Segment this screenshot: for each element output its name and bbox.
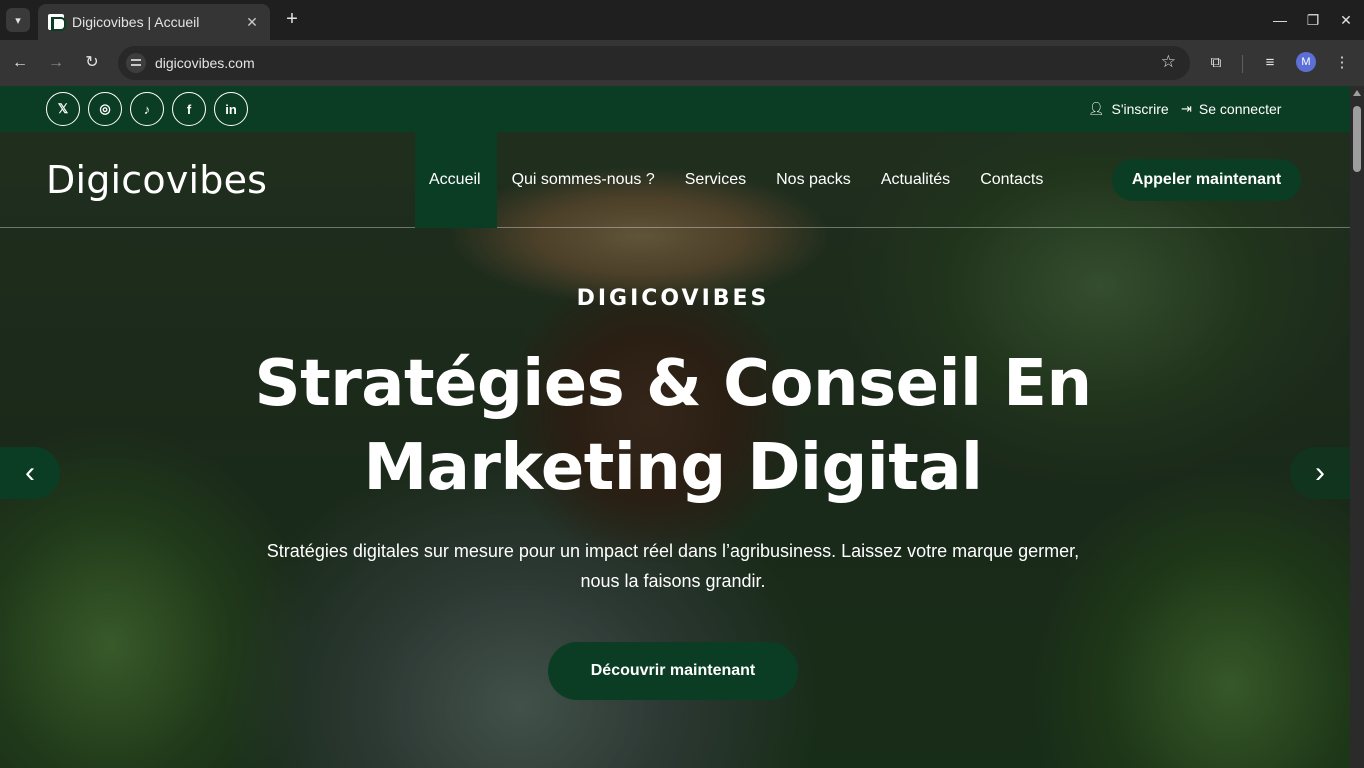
close-window-icon[interactable]: ✕ [1334,8,1358,32]
sign-in-icon: ⇥ [1181,101,1192,116]
signup-link[interactable]: 👤︎ S'inscrire [1088,101,1169,117]
back-icon[interactable]: ← [8,51,32,75]
call-now-button[interactable]: Appeler maintenant [1112,159,1301,201]
linkedin-icon[interactable]: in [214,92,248,126]
tiktok-icon[interactable]: ♪ [130,92,164,126]
login-label: Se connecter [1198,101,1282,117]
nav-item-contacts[interactable]: Contacts [965,132,1058,228]
tab-search-icon[interactable]: ▾ [6,8,30,32]
scroll-up-icon[interactable] [1353,90,1361,96]
page-scrollbar[interactable] [1350,86,1364,768]
browser-menu-icon[interactable]: ⋮ [1330,51,1354,75]
main-nav: Accueil Qui sommes-nous ? Services Nos p… [415,132,1058,228]
browser-tab-strip: ▾ Digicovibes | Accueil ✕ + — ❐ ✕ [0,0,1364,40]
hero-subtitle: Stratégies digitales sur mesure pour un … [266,541,1080,591]
nav-item-nos-packs[interactable]: Nos packs [761,132,866,228]
signup-label: S'inscrire [1111,101,1169,117]
chevron-right-icon: › [1315,456,1325,489]
instagram-icon[interactable]: ◎ [88,92,122,126]
reload-icon[interactable]: ↻ [80,51,104,75]
nav-item-accueil[interactable]: Accueil [415,132,497,228]
scrollbar-thumb[interactable] [1353,106,1361,172]
toolbar-divider [1242,55,1243,73]
carousel-next-button[interactable]: › [1290,447,1350,499]
tab-title: Digicovibes | Accueil [72,14,200,30]
bookmark-star-icon[interactable]: ☆ [1161,52,1176,72]
top-bar: 𝕏 ◎ ♪ f in 👤︎ S'inscrire ⇥ Se connecter [0,86,1350,132]
profile-avatar[interactable]: M [1296,52,1316,72]
hero-headline: Stratégies & Conseil En Marketing Digita… [254,347,1093,505]
login-link[interactable]: ⇥ Se connecter [1181,101,1281,117]
nav-item-qui-sommes-nous[interactable]: Qui sommes-nous ? [497,132,670,228]
site-header: Digicovibes Accueil Qui sommes-nous ? Se… [0,132,1350,228]
media-controls-icon[interactable]: ≡ [1258,51,1282,75]
new-tab-button[interactable]: + [280,8,304,32]
site-logo[interactable]: Digicovibes [46,158,267,202]
forward-icon[interactable]: → [44,51,68,75]
carousel-prev-button[interactable]: ‹ [0,447,60,499]
nav-item-actualites[interactable]: Actualités [866,132,965,228]
address-bar[interactable]: digicovibes.com ☆ [118,46,1190,80]
chevron-left-icon: ‹ [25,456,35,489]
url-text[interactable]: digicovibes.com [155,55,255,71]
x-twitter-icon[interactable]: 𝕏 [46,92,80,126]
browser-toolbar: ← → ↻ digicovibes.com ☆ ⧉ ≡ M ⋮ [0,40,1364,86]
browser-tab[interactable]: Digicovibes | Accueil ✕ [38,4,270,40]
restore-icon[interactable]: ❐ [1301,8,1325,32]
user-icon: 👤︎ [1088,101,1105,116]
discover-now-button[interactable]: Découvrir maintenant [548,642,798,700]
extensions-icon[interactable]: ⧉ [1204,51,1228,75]
nav-item-services[interactable]: Services [670,132,761,228]
site-favicon-icon [48,14,66,31]
facebook-icon[interactable]: f [172,92,206,126]
site-info-icon[interactable] [126,53,146,73]
page-viewport: 𝕏 ◎ ♪ f in 👤︎ S'inscrire ⇥ Se connecter … [0,86,1350,768]
tab-close-icon[interactable]: ✕ [244,14,260,31]
hero-kicker: DIGICOVIBES [576,286,770,311]
minimize-icon[interactable]: — [1268,8,1292,32]
